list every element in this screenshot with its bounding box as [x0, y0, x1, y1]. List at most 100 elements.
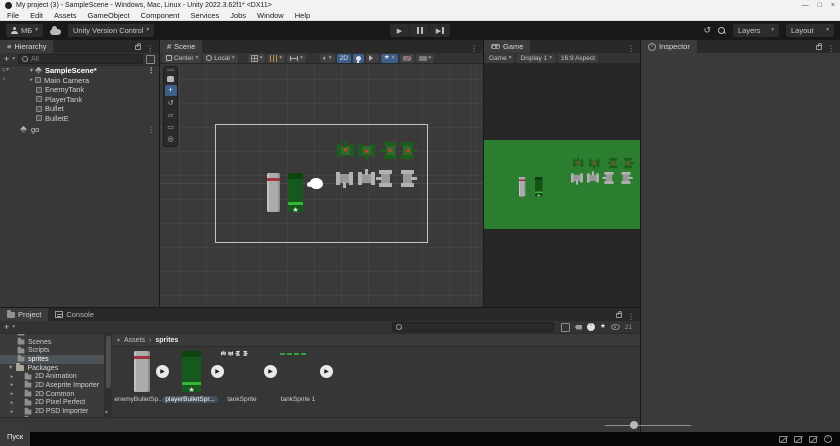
- search-preset-icon[interactable]: [146, 55, 155, 64]
- packages-row[interactable]: ▼ Packages: [0, 364, 104, 373]
- layout-dropdown[interactable]: Layout ▾: [786, 24, 834, 37]
- collapse-icon[interactable]: ▼: [28, 68, 35, 74]
- menu-services[interactable]: Services: [190, 11, 219, 20]
- menu-component[interactable]: Component: [141, 11, 180, 20]
- expand-icon[interactable]: ▸: [9, 391, 15, 397]
- layers-dropdown[interactable]: Layers ▾: [733, 24, 779, 37]
- expand-icon[interactable]: ▸: [9, 409, 15, 415]
- menu-gameobject[interactable]: GameObject: [88, 11, 130, 20]
- start-button[interactable]: Пуск: [0, 426, 30, 446]
- package-row[interactable]: ▸ 2D Common: [0, 390, 104, 399]
- asset-item[interactable]: ▶ enemyBulletSp...: [114, 351, 164, 409]
- pick-toggle-icon[interactable]: ⌑: [2, 67, 5, 74]
- collapse-icon[interactable]: ▼: [8, 365, 13, 371]
- kebab-menu-icon[interactable]: [628, 306, 636, 324]
- orientation-dropdown[interactable]: Local ▾: [203, 54, 237, 63]
- camera-settings-dropdown[interactable]: ▾: [416, 54, 435, 63]
- close-icon[interactable]: ×: [831, 2, 835, 9]
- minimize-icon[interactable]: —: [802, 2, 809, 9]
- menu-edit[interactable]: Edit: [30, 11, 43, 20]
- display-dropdown[interactable]: Display 1▾: [517, 54, 555, 63]
- tree-row[interactable]: EnemyTank: [0, 85, 159, 95]
- tree-row[interactable]: × ▸ Main Camera: [0, 76, 159, 86]
- thumbnail-size-slider[interactable]: [605, 425, 691, 426]
- package-row[interactable]: ▸ 2D PSD Importer: [0, 407, 104, 416]
- hierarchy-search-input[interactable]: [31, 56, 139, 63]
- expand-icon[interactable]: ▸: [9, 400, 15, 406]
- slider-thumb[interactable]: [630, 421, 638, 429]
- breadcrumb-assets[interactable]: Assets: [124, 337, 145, 344]
- version-control-button[interactable]: Unity Version Control ▾: [68, 24, 154, 37]
- cloud-icon[interactable]: [50, 29, 61, 35]
- folder-row[interactable]: Scripts: [0, 346, 104, 355]
- snap-increment-dropdown[interactable]: ▾: [267, 54, 285, 63]
- move-tool[interactable]: +: [165, 85, 177, 96]
- tree-row[interactable]: Bullet: [0, 104, 159, 114]
- maximize-icon[interactable]: □: [818, 2, 822, 9]
- scene-row[interactable]: ⌑▾ ▼ SampleScene*: [0, 66, 159, 76]
- breadcrumb-sprites[interactable]: sprites: [155, 337, 178, 344]
- asset-item[interactable]: ▶ tankSprite: [216, 351, 268, 409]
- tree-row[interactable]: PlayerTank: [0, 95, 159, 105]
- menu-file[interactable]: File: [7, 11, 19, 20]
- kebab-menu-icon[interactable]: [148, 125, 156, 134]
- draw-mode-dropdown[interactable]: ◐▾: [320, 54, 335, 63]
- toggle-2d-button[interactable]: 2D: [337, 54, 351, 63]
- kebab-menu-icon[interactable]: [147, 38, 155, 56]
- tree-row[interactable]: BulletE: [0, 114, 159, 124]
- asset-item[interactable]: ▶ tankSprite 1: [268, 351, 328, 409]
- folder-row[interactable]: Scenes: [0, 338, 104, 347]
- hierarchy-search[interactable]: [18, 54, 143, 64]
- transform-tool[interactable]: ◎: [165, 133, 177, 144]
- search-icon[interactable]: [718, 27, 726, 35]
- kebab-menu-icon[interactable]: [148, 66, 156, 75]
- scrollbar-thumb[interactable]: [106, 336, 111, 388]
- project-search-input[interactable]: [405, 324, 550, 331]
- undo-history-icon[interactable]: ↺: [703, 26, 711, 35]
- expand-icon[interactable]: ▸: [9, 374, 15, 380]
- search-by-type-icon[interactable]: [561, 323, 570, 332]
- lock-icon[interactable]: [816, 45, 822, 50]
- menu-help[interactable]: Help: [295, 11, 310, 20]
- package-row[interactable]: ▸ 2D Animation: [0, 372, 104, 381]
- pick-blocked-icon[interactable]: ×: [2, 77, 6, 83]
- tab-scene[interactable]: # Scene: [160, 40, 202, 53]
- console-info-muted-icon[interactable]: [809, 436, 817, 443]
- tab-project[interactable]: Project: [0, 308, 48, 321]
- favorite-star-icon[interactable]: ★: [600, 324, 606, 330]
- menu-assets[interactable]: Assets: [54, 11, 77, 20]
- pivot-dropdown[interactable]: Center ▾: [163, 54, 201, 63]
- step-button[interactable]: ▶: [430, 24, 450, 37]
- tab-inspector[interactable]: Inspector: [641, 40, 697, 53]
- scene-visibility-button[interactable]: [400, 54, 414, 63]
- scene-audio-button[interactable]: [366, 54, 379, 63]
- create-button[interactable]: +: [4, 55, 9, 64]
- chevron-down-icon[interactable]: ▾: [12, 325, 15, 330]
- console-error-muted-icon[interactable]: [779, 436, 787, 443]
- console-warning-muted-icon[interactable]: [794, 436, 802, 443]
- create-button[interactable]: +: [4, 323, 9, 332]
- account-button[interactable]: МБ ▾: [6, 24, 43, 37]
- scene-lighting-button[interactable]: [353, 54, 364, 63]
- asset-item-selected[interactable]: ▶ playerBulletSpr...: [164, 351, 216, 409]
- package-row[interactable]: ▸ 2D Aseprite Importer: [0, 381, 104, 390]
- expand-icon[interactable]: ▸: [9, 382, 15, 388]
- tab-hierarchy[interactable]: ≡ Hierarchy: [0, 40, 53, 53]
- grid-visibility-dropdown[interactable]: ▾: [248, 54, 266, 63]
- lock-icon[interactable]: [616, 313, 622, 318]
- kebab-menu-icon[interactable]: [628, 38, 636, 56]
- snap-settings-dropdown[interactable]: ▾: [287, 54, 306, 63]
- tab-console[interactable]: Console: [48, 308, 101, 321]
- lock-icon[interactable]: [135, 45, 141, 50]
- pause-button[interactable]: [410, 24, 430, 37]
- folder-tree-scrollbar[interactable]: ▾: [104, 334, 112, 417]
- menu-jobs[interactable]: Jobs: [230, 11, 246, 20]
- scene-effects-dropdown[interactable]: ★▾: [381, 54, 398, 63]
- scene-viewport[interactable]: + ↺ ▱ ▭ ◎ ★ ★ ★ ★: [160, 64, 483, 307]
- package-row[interactable]: ▸ 2D Pixel Perfect: [0, 399, 104, 408]
- rotate-tool[interactable]: ↺: [165, 97, 177, 108]
- asset-grid[interactable]: ▶ enemyBulletSp... ▶ playerBulletSpr...: [112, 347, 640, 417]
- play-button[interactable]: ▶: [390, 24, 410, 37]
- drag-handle-icon[interactable]: [167, 69, 174, 71]
- game-viewport[interactable]: ★ ★ ★ ★: [484, 64, 640, 307]
